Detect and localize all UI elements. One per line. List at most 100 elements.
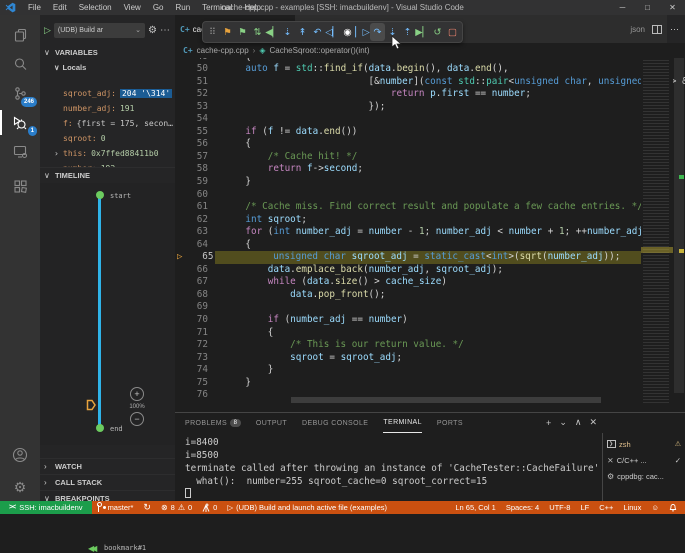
continue-icon[interactable]: ▏▷ [355,23,370,41]
line-number[interactable]: 51 [175,76,208,89]
line-number[interactable]: 70 [175,314,208,327]
step-to-cursor-icon[interactable]: ⇅ [250,23,265,41]
language-mode[interactable]: C++ [594,503,618,512]
start-debug-icon[interactable]: ▷ [44,25,51,36]
timeline-zoom-in-button[interactable]: + [130,387,144,401]
step-over-icon[interactable]: ↷ [370,23,385,41]
variable-row[interactable]: sqroot_adj:204 '\314' [40,86,175,101]
menu-selection[interactable]: Selection [73,0,118,15]
code-line[interactable]: 53 }); [175,101,685,114]
source-control-icon[interactable]: 246 [0,79,40,108]
close-panel-button[interactable]: ✕ [589,417,597,428]
code-line[interactable]: 63 for (int number_adj = number - 1; num… [175,226,685,239]
code-line[interactable]: 74 } [175,364,685,377]
line-number[interactable]: 75 [175,377,208,390]
line-number[interactable]: 61 [175,201,208,214]
code-line[interactable]: 57 /* Cache hit! */ [175,151,685,164]
reverse-step-out-icon[interactable]: ↟ [295,23,310,41]
search-icon[interactable] [0,50,40,79]
code-line[interactable]: 58 return f->second; [175,163,685,176]
run-debug-icon[interactable]: 1 [0,108,40,137]
maximize-button[interactable]: □ [635,0,660,15]
timeline-section-header[interactable]: ∨ TIMELINE [40,167,175,182]
minimap[interactable] [641,58,673,405]
line-number[interactable]: 73 [175,352,208,365]
code-line[interactable]: 71 { [175,327,685,340]
code-line[interactable]: 54 [175,113,685,126]
timeline-end-marker[interactable] [96,424,104,432]
code-line[interactable]: 62 int sqroot; [175,214,685,227]
split-editor-icon[interactable] [652,25,662,34]
menu-go[interactable]: Go [147,0,170,15]
variables-section-header[interactable]: ∨ VARIABLES [40,45,175,60]
menu-run[interactable]: Run [169,0,196,15]
debug-config-dropdown[interactable]: (UDB) Build ar ⌄ [54,23,145,38]
watch-section-header[interactable]: › WATCH [40,458,175,473]
line-number[interactable]: 72 [175,339,208,352]
remote-indicator[interactable]: >< SSH: imacbuildenv [0,501,92,514]
remote-explorer-icon[interactable] [0,137,40,166]
stop-icon[interactable]: ▢ [445,23,460,41]
panel-tab-ports[interactable]: PORTS [437,413,463,433]
reverse-step-back-icon[interactable]: ↶ [310,23,325,41]
menu-view[interactable]: View [118,0,147,15]
call-stack-section-header[interactable]: › CALL STACK [40,474,175,489]
code-editor[interactable]: 49 {50 auto f = std::find_if(data.begin(… [175,58,685,405]
menu-edit[interactable]: Edit [47,0,73,15]
code-line[interactable]: 70 if (number_adj == number) [175,314,685,327]
line-number[interactable]: 66 [175,264,208,277]
code-line[interactable]: 68 data.pop_front(); [175,289,685,302]
debug-launch-indicator[interactable]: ▷ (UDB) Build and launch active file (ex… [222,503,392,512]
code-line[interactable]: 66 data.emplace_back(number_adj, sqroot_… [175,264,685,277]
panel-tab-debug-console[interactable]: DEBUG CONSOLE [302,413,368,433]
eol-sequence[interactable]: LF [575,503,594,512]
notifications-bell[interactable] [664,503,685,512]
line-number[interactable]: 60 [175,189,208,202]
line-number[interactable]: 74 [175,364,208,377]
code-line[interactable]: 69 [175,301,685,314]
panel-tab-output[interactable]: OUTPUT [256,413,287,433]
code-line[interactable]: 64 { [175,239,685,252]
terminal-output[interactable]: i=8400i=8500terminate called after throw… [185,436,599,501]
add-bookmark-icon[interactable]: ⚑ [220,23,235,41]
cursor-position[interactable]: Ln 65, Col 1 [450,503,500,512]
breadcrumb-symbol[interactable]: CacheSqroot::operator()(int) [270,46,370,55]
timeline-zoom-out-button[interactable]: − [130,412,144,426]
variable-row[interactable]: ›this:0x7ffed88411b0 [40,146,175,161]
line-number[interactable]: 76 [175,389,208,402]
timeline-bookmark-icon[interactable]: ◀◀ [88,544,94,553]
variable-row[interactable]: sqroot:0 [40,131,175,146]
line-number[interactable]: 64 [175,239,208,252]
reverse-continue-icon[interactable]: ◀▏ [265,23,280,41]
drag-handle-icon[interactable]: ⠿ [205,23,220,41]
settings-gear-icon[interactable]: ⚙ [0,473,40,502]
breadcrumb[interactable]: C+ cache-cpp.cpp › ◈ CacheSqroot::operat… [175,43,685,58]
timeline-position-marker[interactable] [86,399,96,411]
terminal-list-item[interactable]: ⨯C/C++ ...✓ [603,452,685,468]
problems-indicator[interactable]: ⊗ 8 ⚠ 0 [156,503,197,512]
indentation[interactable]: Spaces: 4 [501,503,544,512]
code-line[interactable]: 75 } [175,377,685,390]
code-line[interactable]: 56 { [175,138,685,151]
line-number[interactable]: 52 [175,88,208,101]
code-line[interactable]: 59 } [175,176,685,189]
account-icon[interactable] [0,440,40,469]
locals-scope-header[interactable]: ∨ Locals [54,63,86,72]
breadcrumb-file[interactable]: cache-cpp.cpp [197,46,249,55]
line-number[interactable]: 50 [175,63,208,76]
line-number[interactable]: 53 [175,101,208,114]
panel-tab-problems[interactable]: PROBLEMS8 [185,413,241,433]
code-line[interactable]: 73 sqroot = sqroot_adj; [175,352,685,365]
line-number[interactable]: 63 [175,226,208,239]
line-number[interactable]: 69 [175,301,208,314]
minimize-button[interactable]: ─ [610,0,635,15]
line-number[interactable]: 55 [175,126,208,139]
line-number[interactable]: 71 [175,327,208,340]
sync-indicator[interactable]: ↻ [138,502,156,513]
terminal-list-item[interactable]: ⚙cppdbg: cac... [603,468,685,484]
interrupt-icon[interactable]: ◉ [340,23,355,41]
debug-settings-gear-icon[interactable]: ⚙ [148,25,157,36]
code-line[interactable]: ▷65 unsigned char sqroot_adj = static_ca… [175,251,685,264]
vertical-scrollbar[interactable] [673,58,685,405]
variable-row[interactable]: f:{first = 175, secon… [40,116,175,131]
